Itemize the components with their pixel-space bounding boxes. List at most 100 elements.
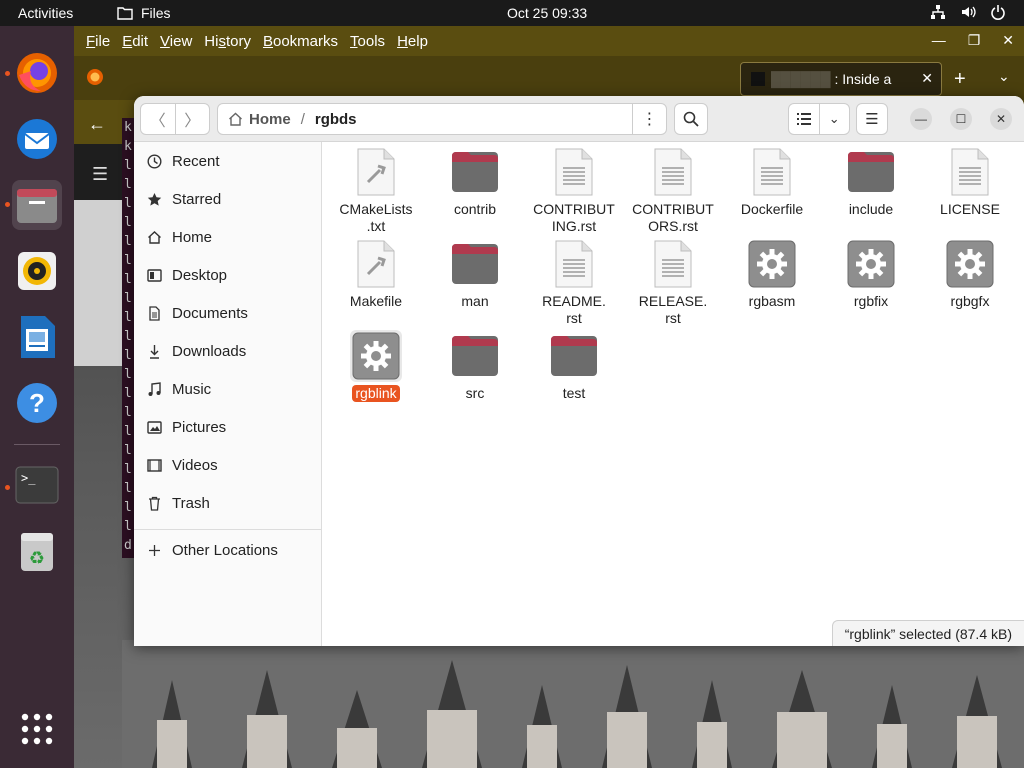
file-item-man[interactable]: man [427,238,523,310]
hamburger-icon[interactable]: ☰ [92,164,108,185]
menu-view[interactable]: View [154,33,198,50]
file-item-contributing-rst[interactable]: CONTRIBUT ING.rst [526,146,622,235]
dock-firefox[interactable] [12,48,62,98]
back-arrow-icon[interactable]: ← [88,114,106,135]
dock-show-apps[interactable] [12,704,62,754]
chevron-down-icon[interactable]: ⌄ [998,68,1010,85]
menu-help-rest: elp [407,32,428,50]
file-item-license[interactable]: LICENSE [922,146,1018,218]
file-item-label: RELEASE. rst [638,293,708,326]
file-item-contributors-rst[interactable]: CONTRIBUT ORS.rst [625,146,721,235]
dock-help[interactable]: ? [12,378,62,428]
system-tray[interactable] [930,4,1006,20]
firefox-tabbar: ██████ : Inside a ✕ [74,56,1024,100]
file-item-rgblink[interactable]: rgblink [328,330,424,402]
files-window: 〈 〉 Home / rgbds ⋮ ⌄ ☰ — ☐ ✕ Recent Starr… [134,96,1024,646]
forward-button[interactable]: 〉 [174,104,210,134]
terminal-line: l [124,310,132,325]
file-item-test[interactable]: test [526,330,622,402]
search-button[interactable] [674,103,708,135]
view-options-button[interactable]: ⌄ [818,104,850,134]
exec-file-icon [944,238,996,290]
main-menu-button[interactable]: ☰ [856,103,888,135]
svg-text:>_: >_ [21,471,36,485]
video-icon [146,457,162,473]
dock-trash[interactable]: ♻ [12,526,62,576]
minimize-button[interactable]: — [910,108,932,130]
menu-edit[interactable]: Edit [116,33,154,50]
dock-rhythmbox[interactable] [12,246,62,296]
sidebar-item-downloads[interactable]: Downloads [146,336,246,366]
file-item-readme-rst[interactable]: README. rst [526,238,622,327]
volume-icon [962,6,976,18]
restore-icon[interactable]: ❐ [968,32,981,49]
file-item-rgbfix[interactable]: rgbfix [823,238,919,310]
sidebar-item-trash[interactable]: Trash [146,488,210,518]
file-item-dockerfile[interactable]: Dockerfile [724,146,820,218]
dock-thunderbird[interactable] [12,114,62,164]
back-button[interactable]: 〈 [141,104,175,134]
firefox-small-icon[interactable] [86,68,104,86]
menu-help[interactable]: Help [391,33,434,50]
list-icon [796,113,811,125]
file-item-release-rst[interactable]: RELEASE. rst [625,238,721,327]
file-item-include[interactable]: include [823,146,919,218]
sidebar-item-music[interactable]: Music [146,374,211,404]
list-view-button[interactable] [789,104,819,134]
path-menu-button[interactable]: ⋮ [632,104,666,134]
document-icon [146,305,162,321]
file-item-rgbasm[interactable]: rgbasm [724,238,820,310]
tab-close-icon[interactable]: ✕ [921,70,933,87]
terminal-line: l [124,291,132,306]
sidebar-item-other-locations[interactable]: Other Locations [146,535,278,565]
sidebar-separator [134,529,322,530]
sidebar-item-pictures[interactable]: Pictures [146,412,226,442]
file-item-label: rgblink [352,385,400,402]
sidebar-item-label: Music [172,380,212,398]
close-icon[interactable]: ✕ [1002,32,1014,49]
app-menu[interactable]: Files [117,5,171,21]
clock[interactable]: Oct 25 09:33 [507,5,587,21]
sidebar-item-documents[interactable]: Documents [146,298,248,328]
sidebar-item-recent[interactable]: Recent [146,146,220,176]
file-item-label: contrib [453,201,497,217]
text-file-icon [647,146,699,198]
close-button[interactable]: ✕ [990,108,1012,130]
file-item-label: README. rst [542,293,606,326]
view-toggle-group: ⌄ [788,103,850,135]
minimize-icon[interactable]: — [932,32,946,49]
menu-history-pre: Hi [204,32,219,50]
path-current[interactable]: rgbds [315,111,357,128]
file-item-cmakelists-txt[interactable]: CMakeLists .txt [328,146,424,235]
sidebar-item-starred[interactable]: Starred [146,184,221,214]
file-item-label: LICENSE [940,201,1000,217]
sidebar-item-desktop[interactable]: Desktop [146,260,227,290]
dock-files[interactable] [12,180,62,230]
app-name: Files [141,5,171,21]
trash-icon [146,495,162,511]
terminal-strip: kklllllllllllllllllllld [122,118,134,558]
sidebar-item-home[interactable]: Home [146,222,212,252]
menu-bookmarks[interactable]: Bookmarks [257,33,344,50]
activities-button[interactable]: Activities [18,5,73,21]
dock-terminal[interactable]: >_ [12,460,62,510]
new-tab-icon[interactable]: + [954,68,966,91]
file-item-rgbgfx[interactable]: rgbgfx [922,238,1018,310]
terminal-line: l [124,386,132,401]
dock-writer[interactable] [12,312,62,362]
file-item-contrib[interactable]: contrib [427,146,523,218]
sidebar-item-videos[interactable]: Videos [146,450,218,480]
menu-tools[interactable]: Tools [344,33,391,50]
menu-file[interactable]: File [80,33,116,50]
file-item-label: CONTRIBUT ING.rst [533,201,615,234]
menu-history[interactable]: History [198,33,257,50]
maximize-button[interactable]: ☐ [950,108,972,130]
path-home[interactable]: Home [218,111,291,128]
firefox-tab-active[interactable]: ██████ : Inside a ✕ [740,62,942,96]
terminal-icon: >_ [15,466,59,504]
files-header-bar: 〈 〉 Home / rgbds ⋮ ⌄ ☰ — ☐ ✕ [134,96,1024,142]
file-item-makefile[interactable]: Makefile [328,238,424,310]
file-item-src[interactable]: src [427,330,523,402]
path-bar[interactable]: Home / rgbds ⋮ [217,103,667,135]
terminal-line: l [124,177,132,192]
